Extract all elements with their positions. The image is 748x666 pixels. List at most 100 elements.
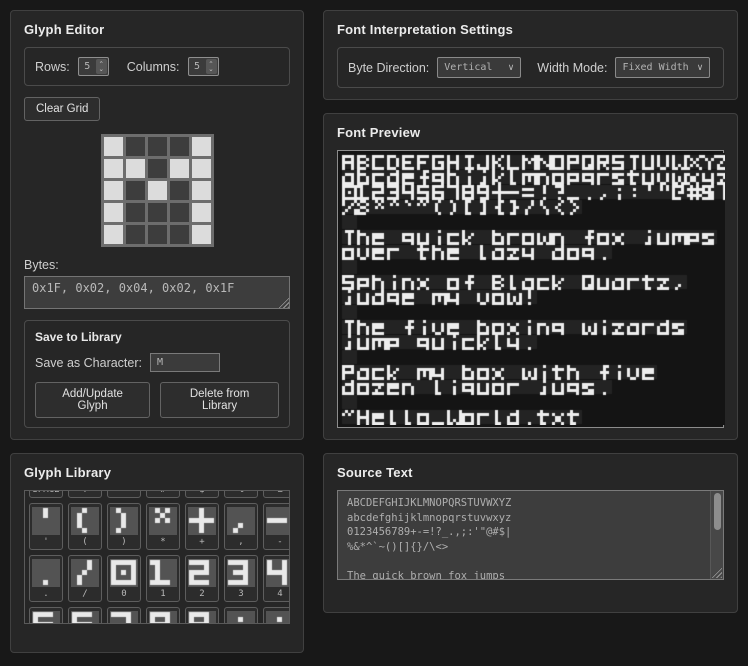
delete-from-library-button[interactable]: Delete from Library — [160, 382, 279, 418]
byte-direction-select[interactable]: Vertical ∨ — [437, 57, 521, 78]
glyph-library-scroll-area[interactable]: SPACE! " # $%& ' ()*+,-. /012 3 4 56789:; — [24, 490, 290, 624]
library-glyph-item[interactable]: & — [263, 490, 290, 498]
pixel-cell-4-4[interactable] — [192, 225, 211, 244]
save-to-library-box: Save to Library Save as Character: Add/U… — [24, 320, 290, 428]
pixel-cell-1-1[interactable] — [126, 159, 145, 178]
library-glyph-item[interactable]: $ — [185, 490, 219, 498]
font-preview-title: Font Preview — [337, 125, 724, 140]
font-settings-title: Font Interpretation Settings — [337, 22, 724, 37]
pixel-cell-2-0[interactable] — [104, 181, 123, 200]
library-glyph-bitmap — [149, 611, 177, 624]
pixel-cell-1-3[interactable] — [170, 159, 189, 178]
library-glyph-bitmap — [188, 611, 216, 624]
library-glyph-item[interactable]: 8 — [146, 607, 180, 624]
width-mode-select[interactable]: Fixed Width ∨ — [615, 57, 710, 78]
library-glyph-label: 4 — [277, 589, 282, 600]
pixel-cell-4-1[interactable] — [126, 225, 145, 244]
pixel-cell-0-3[interactable] — [170, 137, 189, 156]
pixel-cell-3-3[interactable] — [170, 203, 189, 222]
library-glyph-item[interactable]: : — [224, 607, 258, 624]
save-character-label: Save as Character: — [35, 356, 142, 370]
library-glyph-label: $ — [199, 490, 204, 496]
library-glyph-item[interactable]: 9 — [185, 607, 219, 624]
library-glyph-bitmap — [32, 611, 60, 624]
spin-down-icon[interactable]: ⌄ — [208, 67, 213, 72]
library-glyph-item[interactable]: % — [224, 490, 258, 498]
glyph-pixel-grid[interactable] — [101, 134, 214, 247]
source-textarea[interactable]: ABCDEFGHIJKLMNOPQRSTUVWXYZ abcdefghijklm… — [338, 491, 723, 579]
chevron-down-icon: ∨ — [508, 63, 515, 73]
rows-value: 5 — [79, 61, 96, 72]
library-glyph-bitmap — [188, 507, 216, 535]
font-preview-canvas-frame — [337, 150, 724, 428]
library-glyph-item[interactable]: ; — [263, 607, 290, 624]
pixel-cell-1-4[interactable] — [192, 159, 211, 178]
font-preview-panel: Font Preview — [323, 113, 738, 440]
library-glyph-item[interactable]: 6 — [68, 607, 102, 624]
pixel-cell-2-3[interactable] — [170, 181, 189, 200]
library-glyph-item[interactable]: ) — [107, 503, 141, 550]
rows-spin-buttons[interactable]: ⌃⌄ — [96, 59, 107, 74]
library-glyph-item[interactable]: . — [29, 555, 63, 602]
library-glyph-item[interactable]: 2 — [185, 555, 219, 602]
library-glyph-bitmap — [266, 559, 290, 587]
clear-grid-button[interactable]: Clear Grid — [24, 97, 100, 121]
library-glyph-item[interactable]: SPACE — [29, 490, 63, 498]
library-glyph-item[interactable]: 1 — [146, 555, 180, 602]
library-glyph-item[interactable]: 0 — [107, 555, 141, 602]
library-glyph-label: . — [43, 589, 48, 600]
library-glyph-item[interactable]: 3 — [224, 555, 258, 602]
pixel-cell-1-2[interactable] — [148, 159, 167, 178]
library-glyph-bitmap — [71, 611, 99, 624]
library-glyph-bitmap — [71, 507, 99, 535]
library-glyph-bitmap — [266, 507, 290, 535]
library-glyph-item[interactable]: / — [68, 555, 102, 602]
columns-stepper[interactable]: 5 ⌃⌄ — [188, 57, 219, 76]
library-glyph-item[interactable]: - — [263, 503, 290, 550]
byte-direction-value: Vertical — [444, 62, 492, 73]
library-glyph-item[interactable]: 5 — [29, 607, 63, 624]
font-settings-box: Byte Direction: Vertical ∨ Width Mode: F… — [337, 47, 724, 88]
pixel-cell-2-2[interactable] — [148, 181, 167, 200]
spin-down-icon[interactable]: ⌄ — [99, 67, 104, 72]
vertical-scrollbar[interactable] — [710, 491, 723, 579]
columns-spin-buttons[interactable]: ⌃⌄ — [206, 59, 217, 74]
bytes-textarea[interactable]: 0x1F, 0x02, 0x04, 0x02, 0x1F — [24, 276, 290, 309]
library-glyph-label: ' — [43, 537, 48, 548]
pixel-cell-0-1[interactable] — [126, 137, 145, 156]
pixel-cell-1-0[interactable] — [104, 159, 123, 178]
library-glyph-item[interactable]: ' — [29, 503, 63, 550]
library-glyph-bitmap — [227, 559, 255, 587]
pixel-cell-4-0[interactable] — [104, 225, 123, 244]
pixel-cell-3-2[interactable] — [148, 203, 167, 222]
pixel-cell-3-0[interactable] — [104, 203, 123, 222]
library-glyph-item[interactable]: 4 — [263, 555, 290, 602]
app-root: { "glyph_editor": { "title": "Glyph Edit… — [0, 0, 748, 554]
library-glyph-item[interactable]: ! — [68, 490, 102, 498]
pixel-cell-2-1[interactable] — [126, 181, 145, 200]
library-glyph-label: 3 — [238, 589, 243, 600]
rows-stepper[interactable]: 5 ⌃⌄ — [78, 57, 109, 76]
pixel-cell-3-4[interactable] — [192, 203, 211, 222]
library-glyph-bitmap — [32, 507, 60, 535]
library-glyph-item[interactable]: , — [224, 503, 258, 550]
library-glyph-item[interactable]: 7 — [107, 607, 141, 624]
library-glyph-item[interactable]: ( — [68, 503, 102, 550]
width-mode-label: Width Mode: — [537, 61, 607, 75]
pixel-cell-4-2[interactable] — [148, 225, 167, 244]
right-column: Font Interpretation Settings Byte Direct… — [323, 10, 738, 626]
pixel-cell-0-0[interactable] — [104, 137, 123, 156]
byte-direction-label: Byte Direction: — [348, 61, 429, 75]
add-update-glyph-button[interactable]: Add/Update Glyph — [35, 382, 150, 418]
library-glyph-item[interactable]: * — [146, 503, 180, 550]
pixel-cell-2-4[interactable] — [192, 181, 211, 200]
library-glyph-item[interactable]: " — [107, 490, 141, 498]
pixel-cell-3-1[interactable] — [126, 203, 145, 222]
pixel-cell-0-4[interactable] — [192, 137, 211, 156]
scrollbar-thumb[interactable] — [714, 493, 721, 530]
pixel-cell-4-3[interactable] — [170, 225, 189, 244]
pixel-cell-0-2[interactable] — [148, 137, 167, 156]
save-character-input[interactable] — [150, 353, 220, 372]
library-glyph-item[interactable]: # — [146, 490, 180, 498]
library-glyph-item[interactable]: + — [185, 503, 219, 550]
